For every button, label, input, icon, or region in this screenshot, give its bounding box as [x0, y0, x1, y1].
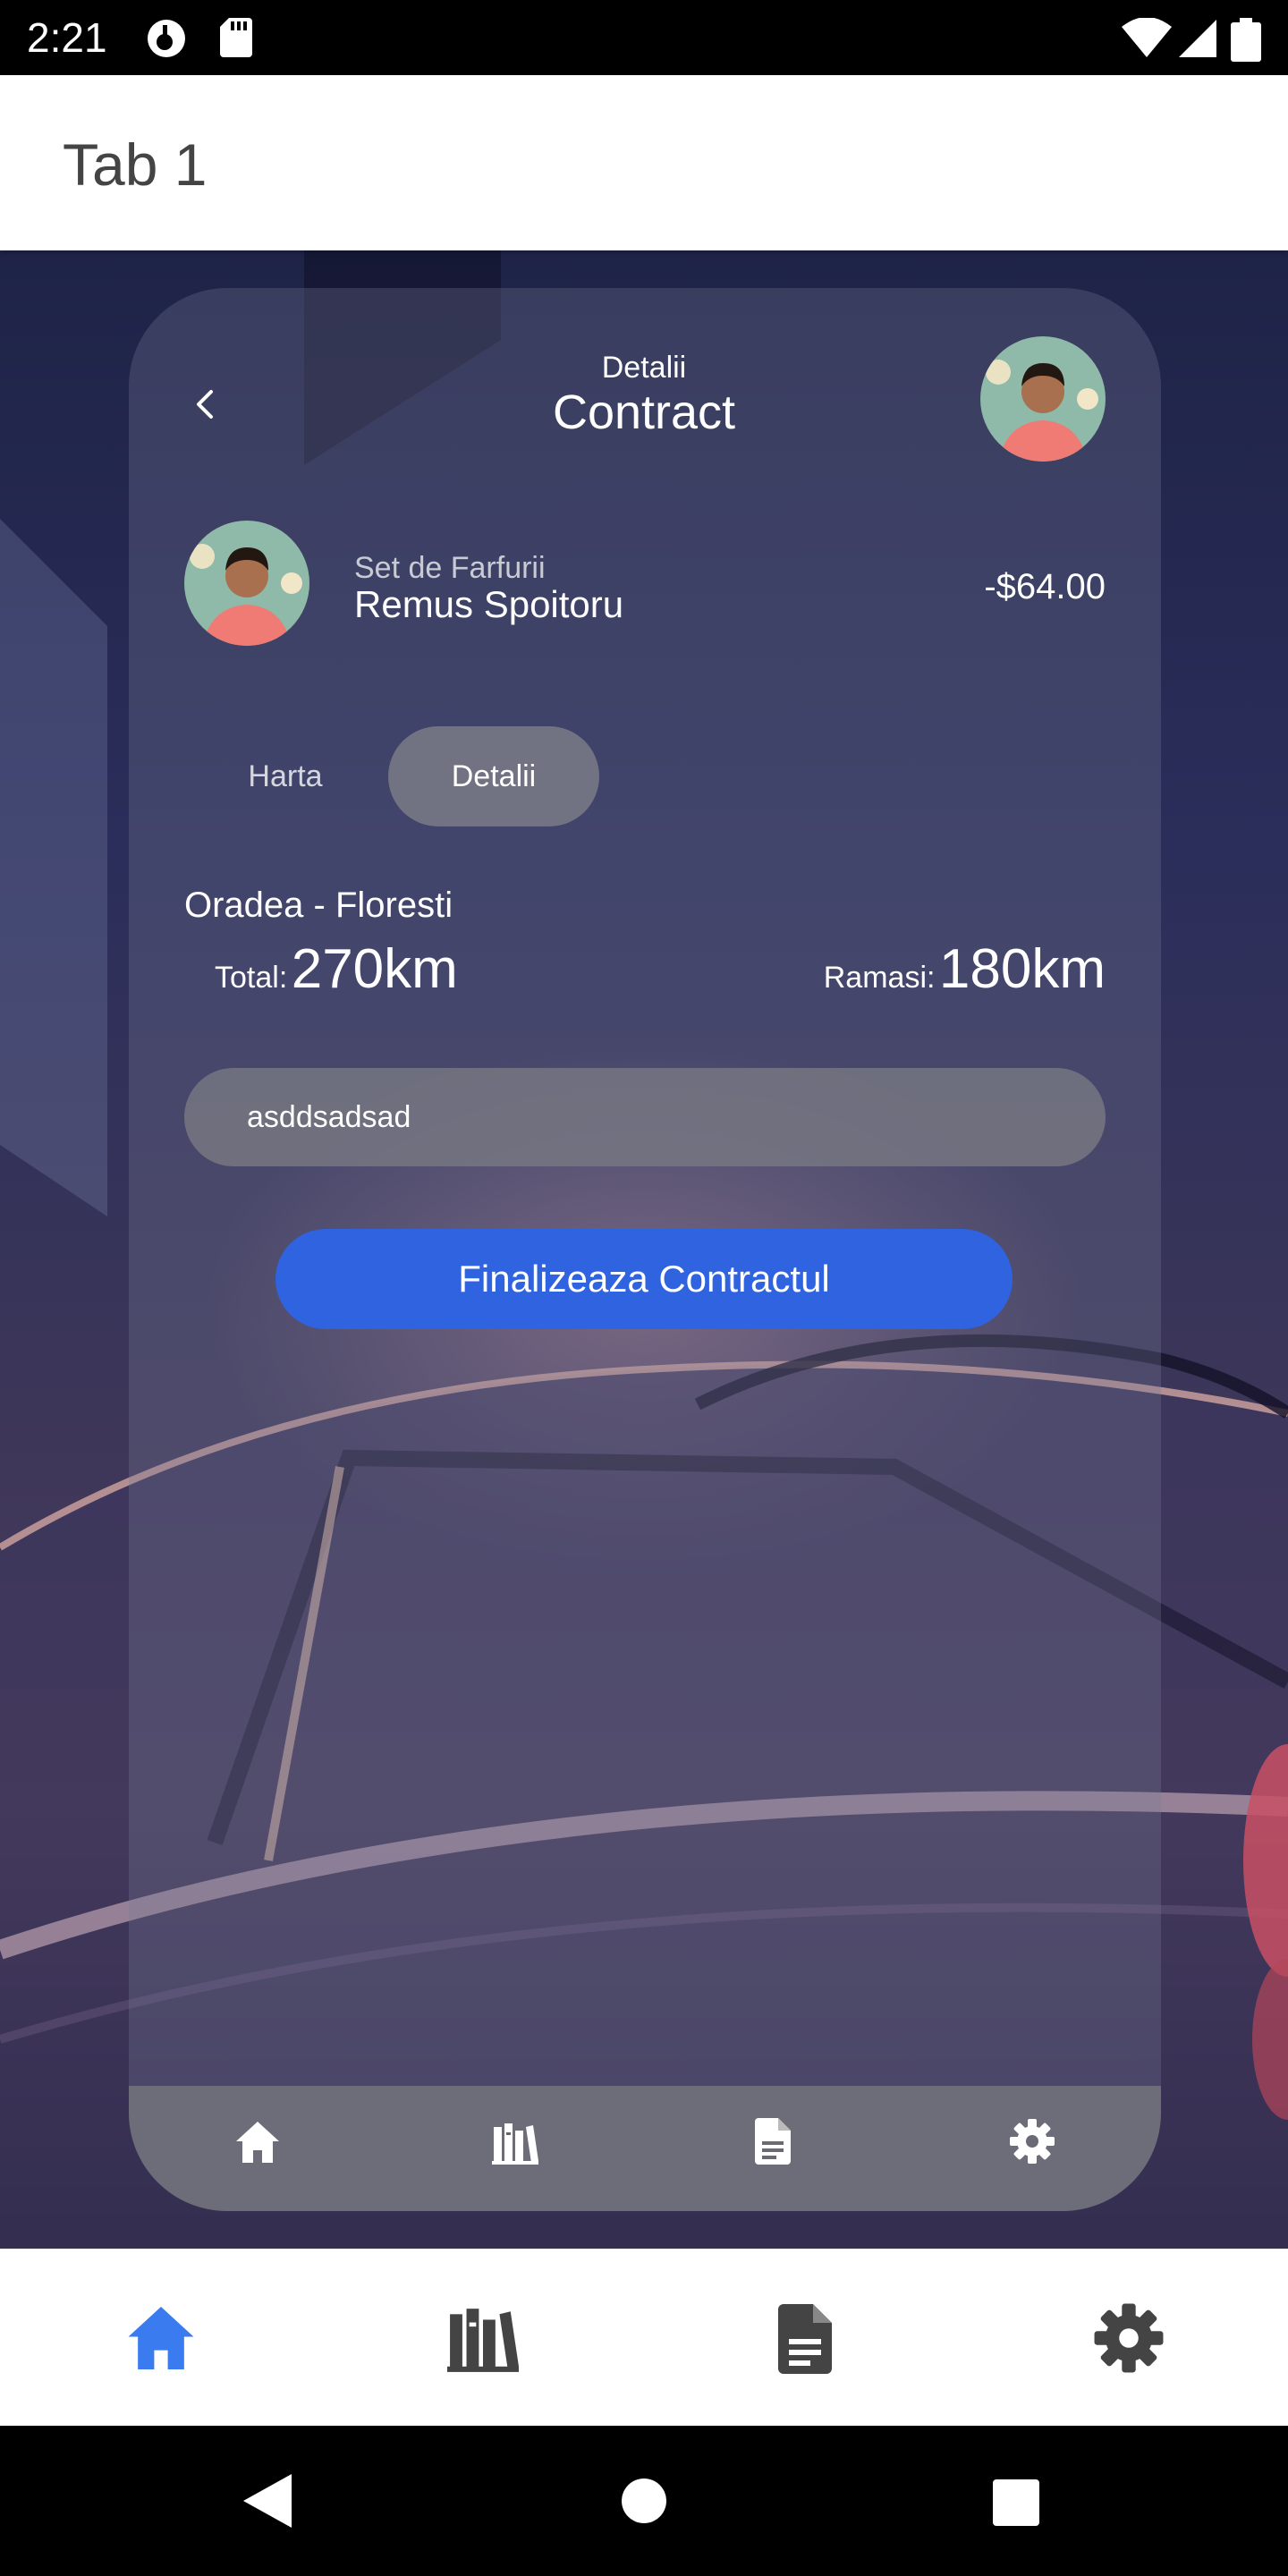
route-name: Oradea - Floresti — [184, 886, 453, 925]
header-subtitle: Detalii — [601, 351, 687, 385]
battery-icon — [1231, 18, 1261, 62]
library-icon[interactable] — [447, 2306, 519, 2372]
item-name: Set de Farfurii — [354, 551, 546, 585]
note-input[interactable]: asddsadsad — [184, 1068, 1106, 1166]
transaction-amount: -$64.00 — [984, 567, 1106, 606]
system-nav-bar — [0, 2426, 1288, 2576]
back-triangle-icon[interactable] — [242, 2472, 293, 2529]
document-icon[interactable] — [755, 2118, 791, 2165]
status-time: 2:21 — [27, 14, 107, 61]
status-bar: 2:21 — [0, 0, 1288, 75]
profile-photo-icon — [980, 336, 1106, 462]
card-nav-bar — [129, 2086, 1161, 2211]
user-name: Remus Spoitoru — [354, 583, 624, 625]
total-label: Total: — [215, 961, 288, 995]
app-bar-title: Tab 1 — [63, 131, 208, 198]
app-bar: Tab 1 — [0, 75, 1288, 250]
avatar[interactable] — [980, 336, 1106, 462]
app-notification-icon — [148, 20, 185, 57]
tab-harta[interactable]: Harta — [202, 728, 369, 825]
remaining-distance: Ramasi: 180km — [716, 937, 1106, 1001]
home-icon[interactable] — [234, 2120, 281, 2165]
remaining-label: Ramasi: — [823, 961, 936, 995]
settings-icon[interactable] — [1009, 2118, 1055, 2165]
document-icon[interactable] — [778, 2304, 832, 2374]
total-distance: Total: 270km — [215, 937, 458, 1001]
cellular-signal-icon — [1179, 20, 1216, 57]
profile-photo-icon — [184, 521, 309, 646]
total-value: 270km — [291, 938, 458, 1000]
header-title: Contract — [552, 386, 736, 439]
remaining-value: 180km — [938, 938, 1106, 1000]
recents-square-icon[interactable] — [993, 2479, 1039, 2526]
sd-card-icon — [220, 18, 252, 57]
home-icon[interactable] — [125, 2304, 197, 2372]
wifi-icon — [1122, 18, 1172, 57]
home-circle-icon[interactable] — [621, 2478, 667, 2524]
finish-contract-button[interactable]: Finalizeaza Contractul — [275, 1229, 1013, 1329]
back-chevron-icon[interactable] — [188, 386, 224, 422]
tab-detalii[interactable]: Detalii — [388, 726, 599, 826]
settings-icon[interactable] — [1093, 2302, 1165, 2374]
library-icon[interactable] — [492, 2122, 538, 2165]
user-avatar — [184, 521, 309, 646]
